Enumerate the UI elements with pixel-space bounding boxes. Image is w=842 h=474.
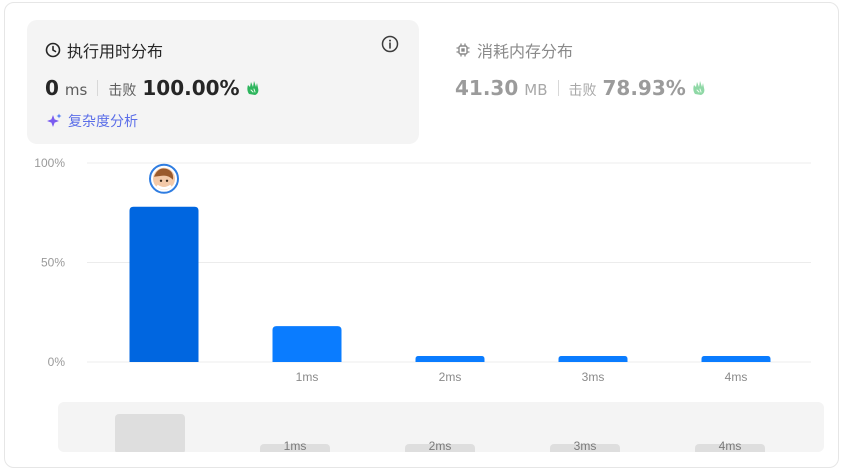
bar-1ms[interactable]	[272, 326, 342, 362]
overview-track[interactable]: 1ms 2ms 3ms 4ms	[58, 402, 824, 452]
overview-tick-label: 1ms	[284, 439, 307, 452]
bar-2ms[interactable]	[415, 356, 485, 362]
user-avatar	[149, 163, 179, 194]
bar-0ms[interactable]	[129, 206, 199, 362]
bar-4ms[interactable]	[701, 356, 771, 362]
overview-bar	[115, 414, 185, 452]
x-tick-label: 1ms	[296, 370, 319, 384]
chart-overview-scrollbar[interactable]: 1ms 2ms 3ms 4ms	[58, 402, 824, 452]
y-tick-label: 50%	[41, 256, 65, 270]
x-tick-label: 3ms	[582, 370, 605, 384]
y-tick-label: 100%	[34, 156, 65, 170]
overview-tick-label: 3ms	[574, 439, 597, 452]
overview-tick-label: 4ms	[719, 439, 742, 452]
x-tick-label: 2ms	[439, 370, 462, 384]
bar-3ms[interactable]	[558, 356, 628, 362]
x-tick-label: 4ms	[725, 370, 748, 384]
overview-tick-label: 2ms	[429, 439, 452, 452]
y-tick-label: 0%	[48, 355, 66, 369]
